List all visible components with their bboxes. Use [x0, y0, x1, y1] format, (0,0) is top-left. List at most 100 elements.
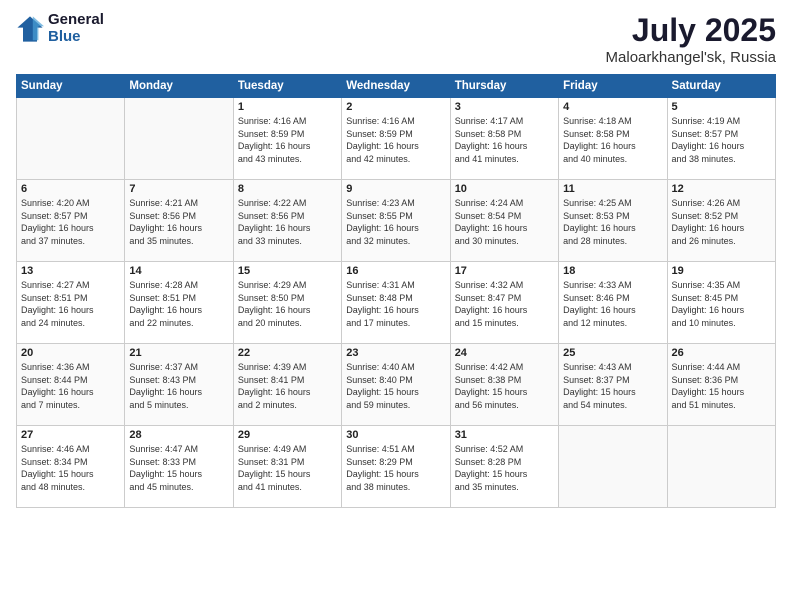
day-number: 13 — [21, 265, 120, 277]
day-detail: Sunrise: 4:25 AM Sunset: 8:53 PM Dayligh… — [563, 197, 662, 247]
calendar-header-row: SundayMondayTuesdayWednesdayThursdayFrid… — [17, 75, 776, 98]
calendar-cell: 23 Sunrise: 4:40 AM Sunset: 8:40 PM Dayli… — [342, 344, 450, 426]
col-header-friday: Friday — [559, 75, 667, 98]
col-header-saturday: Saturday — [667, 75, 775, 98]
calendar-cell: 14Sunrise: 4:28 AM Sunset: 8:51 PM Dayli… — [125, 262, 233, 344]
day-detail: Sunrise: 4:42 AM Sunset: 8:38 PM Dayligh… — [455, 361, 554, 411]
day-number: 9 — [346, 183, 445, 195]
calendar-cell: 5Sunrise: 4:19 AM Sunset: 8:57 PM Daylig… — [667, 98, 775, 180]
calendar-cell: 25 Sunrise: 4:43 AM Sunset: 8:37 PM Dayli… — [559, 344, 667, 426]
logo: General Blue — [16, 12, 104, 45]
calendar-week-row: 1 Sunrise: 4:16 AM Sunset: 8:59 PM Daylig… — [17, 98, 776, 180]
day-detail: Sunrise: 4:27 AM Sunset: 8:51 PM Dayligh… — [21, 279, 120, 329]
day-number: 27 — [21, 429, 120, 441]
calendar-cell: 17 Sunrise: 4:32 AM Sunset: 8:47 PM Dayli… — [450, 262, 558, 344]
day-number: 28 — [129, 429, 228, 441]
logo-general: General — [48, 12, 104, 29]
calendar-table: SundayMondayTuesdayWednesdayThursdayFrid… — [16, 74, 776, 508]
day-number: 16 — [346, 265, 445, 277]
day-number: 1 — [238, 101, 337, 113]
calendar-cell: 30Sunrise: 4:51 AM Sunset: 8:29 PM Dayli… — [342, 426, 450, 508]
day-number: 4 — [563, 101, 662, 113]
calendar-cell: 2 Sunrise: 4:16 AM Sunset: 8:59 PM Daylig… — [342, 98, 450, 180]
calendar-cell: 24 Sunrise: 4:42 AM Sunset: 8:38 PM Dayli… — [450, 344, 558, 426]
day-detail: Sunrise: 4:33 AM Sunset: 8:46 PM Dayligh… — [563, 279, 662, 329]
calendar-cell: 12 Sunrise: 4:26 AM Sunset: 8:52 PM Dayli… — [667, 180, 775, 262]
day-detail: Sunrise: 4:31 AM Sunset: 8:48 PM Dayligh… — [346, 279, 445, 329]
day-detail: Sunrise: 4:36 AM Sunset: 8:44 PM Dayligh… — [21, 361, 120, 411]
calendar-cell: 10 Sunrise: 4:24 AM Sunset: 8:54 PM Dayli… — [450, 180, 558, 262]
day-number: 15 — [238, 265, 337, 277]
calendar-week-row: 27 Sunrise: 4:46 AM Sunset: 8:34 PM Dayli… — [17, 426, 776, 508]
calendar-cell: 1 Sunrise: 4:16 AM Sunset: 8:59 PM Daylig… — [233, 98, 341, 180]
calendar-cell: 8 Sunrise: 4:22 AM Sunset: 8:56 PM Daylig… — [233, 180, 341, 262]
day-detail: Sunrise: 4:21 AM Sunset: 8:56 PM Dayligh… — [129, 197, 228, 247]
calendar-week-row: 6Sunrise: 4:20 AM Sunset: 8:57 PM Daylig… — [17, 180, 776, 262]
day-number: 12 — [672, 183, 771, 195]
day-number: 3 — [455, 101, 554, 113]
day-number: 5 — [672, 101, 771, 113]
day-detail: Sunrise: 4:49 AM Sunset: 8:31 PM Dayligh… — [238, 443, 337, 493]
calendar-cell: 19 Sunrise: 4:35 AM Sunset: 8:45 PM Dayli… — [667, 262, 775, 344]
calendar-cell: 26Sunrise: 4:44 AM Sunset: 8:36 PM Dayli… — [667, 344, 775, 426]
calendar-week-row: 13 Sunrise: 4:27 AM Sunset: 8:51 PM Dayli… — [17, 262, 776, 344]
day-detail: Sunrise: 4:43 AM Sunset: 8:37 PM Dayligh… — [563, 361, 662, 411]
calendar-week-row: 20 Sunrise: 4:36 AM Sunset: 8:44 PM Dayli… — [17, 344, 776, 426]
day-number: 18 — [563, 265, 662, 277]
day-detail: Sunrise: 4:46 AM Sunset: 8:34 PM Dayligh… — [21, 443, 120, 493]
calendar-cell: 29Sunrise: 4:49 AM Sunset: 8:31 PM Dayli… — [233, 426, 341, 508]
col-header-thursday: Thursday — [450, 75, 558, 98]
day-number: 2 — [346, 101, 445, 113]
calendar-cell: 28Sunrise: 4:47 AM Sunset: 8:33 PM Dayli… — [125, 426, 233, 508]
day-detail: Sunrise: 4:24 AM Sunset: 8:54 PM Dayligh… — [455, 197, 554, 247]
col-header-wednesday: Wednesday — [342, 75, 450, 98]
day-detail: Sunrise: 4:17 AM Sunset: 8:58 PM Dayligh… — [455, 115, 554, 165]
day-number: 17 — [455, 265, 554, 277]
calendar-cell: 13 Sunrise: 4:27 AM Sunset: 8:51 PM Dayli… — [17, 262, 125, 344]
title-block: July 2025 Maloarkhangel'sk, Russia — [606, 12, 776, 66]
day-detail: Sunrise: 4:26 AM Sunset: 8:52 PM Dayligh… — [672, 197, 771, 247]
calendar-cell — [559, 426, 667, 508]
day-number: 8 — [238, 183, 337, 195]
header: General Blue July 2025 Maloarkhangel'sk,… — [16, 12, 776, 66]
day-number: 22 — [238, 347, 337, 359]
calendar-cell: 3 Sunrise: 4:17 AM Sunset: 8:58 PM Daylig… — [450, 98, 558, 180]
day-number: 23 — [346, 347, 445, 359]
day-detail: Sunrise: 4:35 AM Sunset: 8:45 PM Dayligh… — [672, 279, 771, 329]
calendar-cell: 6Sunrise: 4:20 AM Sunset: 8:57 PM Daylig… — [17, 180, 125, 262]
day-detail: Sunrise: 4:40 AM Sunset: 8:40 PM Dayligh… — [346, 361, 445, 411]
day-number: 30 — [346, 429, 445, 441]
day-number: 19 — [672, 265, 771, 277]
title-location: Maloarkhangel'sk, Russia — [606, 49, 776, 66]
day-detail: Sunrise: 4:32 AM Sunset: 8:47 PM Dayligh… — [455, 279, 554, 329]
day-number: 10 — [455, 183, 554, 195]
calendar-cell: 21Sunrise: 4:37 AM Sunset: 8:43 PM Dayli… — [125, 344, 233, 426]
day-detail: Sunrise: 4:22 AM Sunset: 8:56 PM Dayligh… — [238, 197, 337, 247]
day-detail: Sunrise: 4:44 AM Sunset: 8:36 PM Dayligh… — [672, 361, 771, 411]
day-detail: Sunrise: 4:16 AM Sunset: 8:59 PM Dayligh… — [346, 115, 445, 165]
day-detail: Sunrise: 4:18 AM Sunset: 8:58 PM Dayligh… — [563, 115, 662, 165]
calendar-cell — [17, 98, 125, 180]
day-number: 24 — [455, 347, 554, 359]
day-number: 14 — [129, 265, 228, 277]
day-number: 20 — [21, 347, 120, 359]
calendar-cell: 18 Sunrise: 4:33 AM Sunset: 8:46 PM Dayli… — [559, 262, 667, 344]
calendar-cell: 9 Sunrise: 4:23 AM Sunset: 8:55 PM Daylig… — [342, 180, 450, 262]
day-detail: Sunrise: 4:16 AM Sunset: 8:59 PM Dayligh… — [238, 115, 337, 165]
logo-text: General Blue — [48, 12, 104, 45]
day-detail: Sunrise: 4:52 AM Sunset: 8:28 PM Dayligh… — [455, 443, 554, 493]
day-number: 31 — [455, 429, 554, 441]
page: General Blue July 2025 Maloarkhangel'sk,… — [0, 0, 792, 612]
calendar-cell: 22Sunrise: 4:39 AM Sunset: 8:41 PM Dayli… — [233, 344, 341, 426]
day-detail: Sunrise: 4:23 AM Sunset: 8:55 PM Dayligh… — [346, 197, 445, 247]
calendar-cell: 27 Sunrise: 4:46 AM Sunset: 8:34 PM Dayli… — [17, 426, 125, 508]
day-detail: Sunrise: 4:29 AM Sunset: 8:50 PM Dayligh… — [238, 279, 337, 329]
calendar-cell: 4 Sunrise: 4:18 AM Sunset: 8:58 PM Daylig… — [559, 98, 667, 180]
logo-blue: Blue — [48, 29, 104, 46]
day-number: 7 — [129, 183, 228, 195]
title-month: July 2025 — [606, 12, 776, 49]
day-detail: Sunrise: 4:20 AM Sunset: 8:57 PM Dayligh… — [21, 197, 120, 247]
calendar-cell: 15 Sunrise: 4:29 AM Sunset: 8:50 PM Dayli… — [233, 262, 341, 344]
day-number: 25 — [563, 347, 662, 359]
day-detail: Sunrise: 4:37 AM Sunset: 8:43 PM Dayligh… — [129, 361, 228, 411]
